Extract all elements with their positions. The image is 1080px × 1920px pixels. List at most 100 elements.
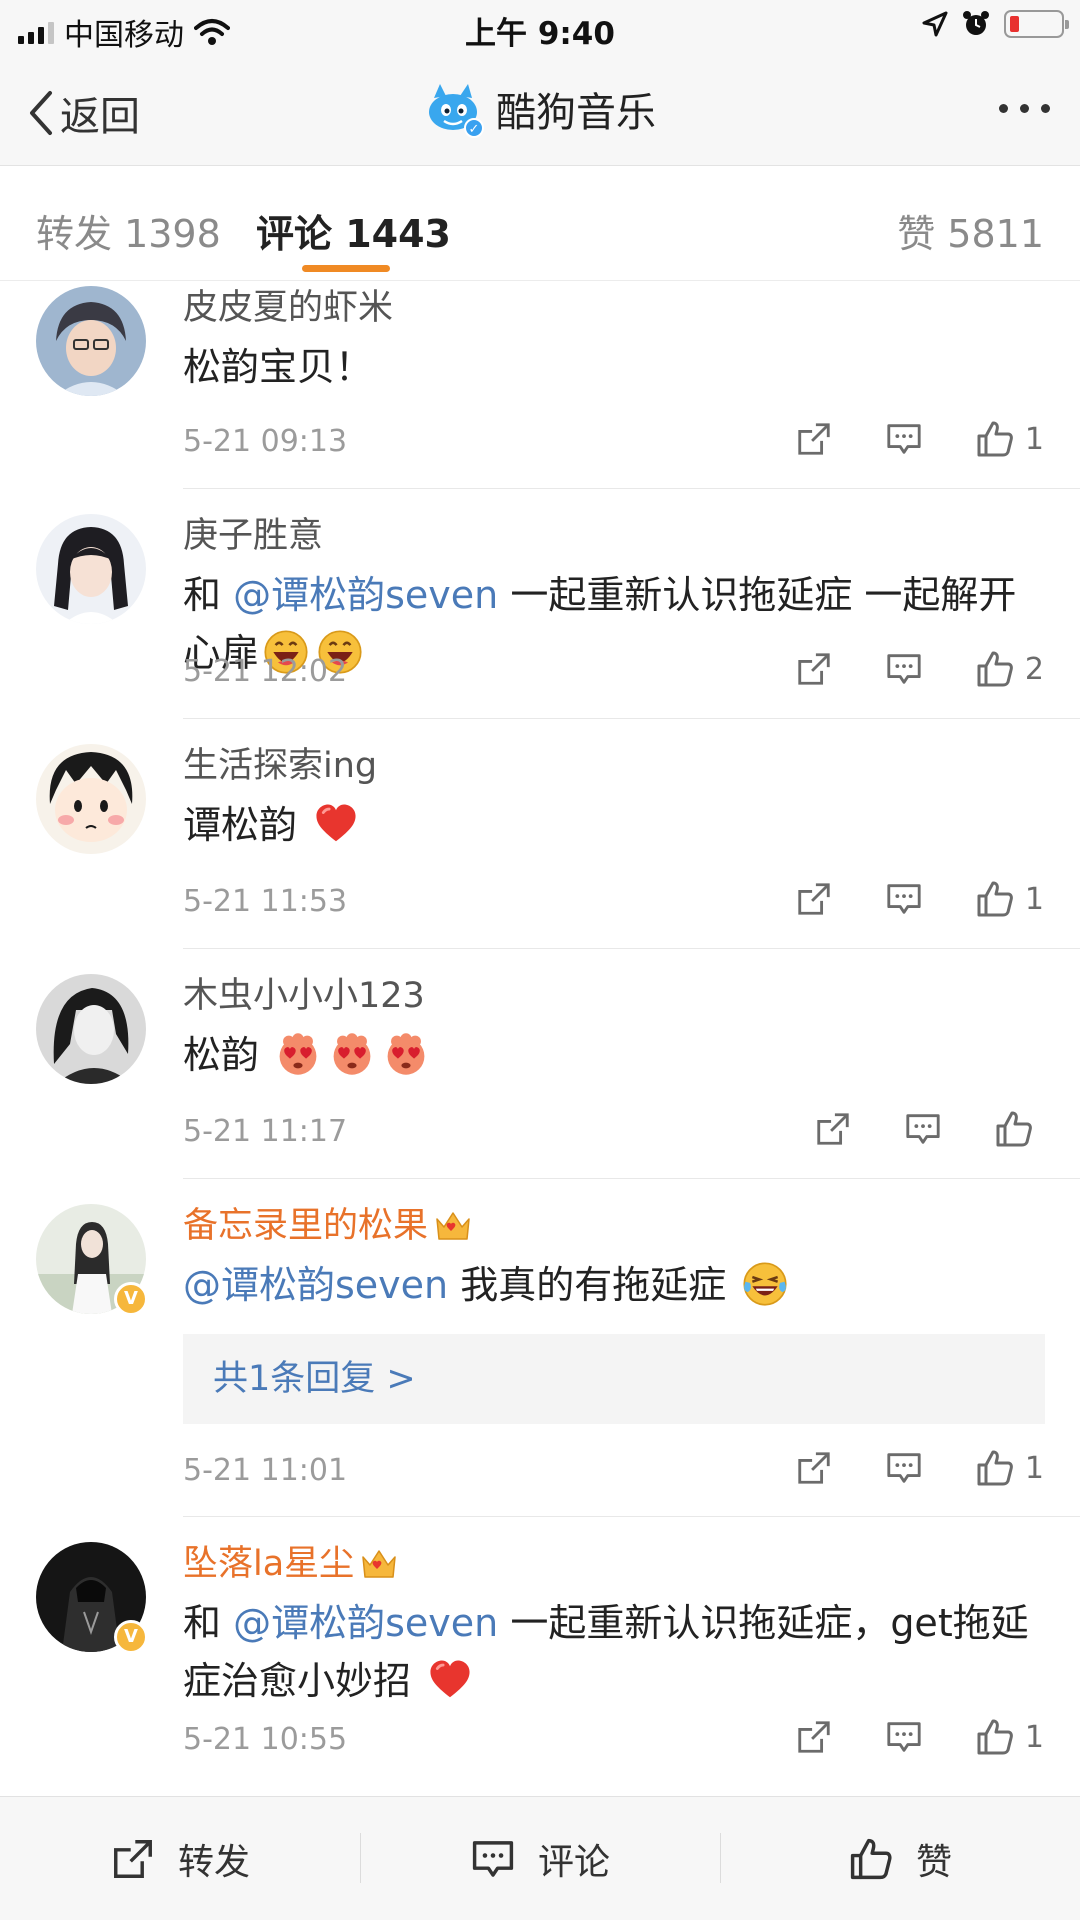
heart-eyes-emoji-icon [329, 1031, 375, 1077]
username-text: 备忘录里的松果 [183, 1206, 429, 1246]
avatar[interactable] [36, 286, 146, 396]
bottom-like-button[interactable]: 赞 [720, 1797, 1080, 1920]
avatar[interactable] [36, 974, 146, 1084]
username[interactable]: 备忘录里的松果 [183, 1204, 1044, 1248]
comment-icon [470, 1836, 516, 1882]
comment-actions: 1 [795, 1448, 1044, 1488]
view-replies-button[interactable]: 共1条回复 > [183, 1334, 1045, 1424]
repost-button[interactable] [795, 1718, 833, 1756]
tab-repost[interactable]: 转发 1398 [36, 203, 221, 258]
repost-button[interactable] [795, 650, 833, 688]
comment-time: 5-21 12:02 [183, 654, 348, 689]
username-text: 坠落la星尘 [183, 1544, 355, 1584]
repost-button[interactable] [795, 420, 833, 458]
tab-comment[interactable]: 评论 1443 [256, 203, 451, 258]
crown-badge-icon [434, 1209, 472, 1243]
thumbs-up-icon [994, 1109, 1034, 1149]
thumbs-up-icon [975, 1717, 1015, 1757]
tab-bar: 转发 1398 评论 1443 赞 5811 [0, 167, 1080, 281]
repost-button[interactable] [814, 1110, 852, 1148]
share-icon [795, 880, 833, 918]
comment-text: 谭松韵 [183, 796, 1044, 854]
status-right [922, 10, 1069, 38]
thumbs-up-icon [975, 879, 1015, 919]
location-arrow-icon [922, 11, 948, 37]
comment-body: 皮皮夏的虾米 松韵宝贝！ [183, 286, 1044, 396]
comment-actions: 1 [795, 419, 1044, 459]
like-count: 2 [1024, 651, 1044, 687]
share-icon [110, 1836, 156, 1882]
text-body: 松韵 [183, 1033, 260, 1077]
avatar[interactable] [36, 744, 146, 854]
comment-item: 皮皮夏的虾米 松韵宝贝！ 5-21 09:13 1 [0, 282, 1080, 489]
bottom-repost-button[interactable]: 转发 [0, 1797, 360, 1920]
comment-list[interactable]: 皮皮夏的虾米 松韵宝贝！ 5-21 09:13 1 庚子胜意 和 @谭松韵sev… [0, 282, 1080, 1796]
more-options-button[interactable] [999, 104, 1050, 113]
vip-badge-icon: V [114, 1620, 148, 1654]
username[interactable]: 庚子胜意 [183, 514, 1044, 558]
reply-button[interactable] [904, 1110, 942, 1148]
text-body: 谭松韵 [183, 803, 298, 847]
avatar[interactable] [36, 514, 146, 624]
username[interactable]: 坠落la星尘 [183, 1542, 1044, 1586]
comment-icon [904, 1110, 942, 1148]
share-icon [795, 420, 833, 458]
thumbs-up-icon [975, 649, 1015, 689]
like-button[interactable]: 1 [975, 879, 1044, 919]
username[interactable]: 木虫小小小123 [183, 974, 1044, 1018]
share-icon [795, 650, 833, 688]
reply-button[interactable] [885, 420, 923, 458]
username[interactable]: 皮皮夏的虾米 [183, 286, 1044, 330]
heart-eyes-emoji-icon [383, 1031, 429, 1077]
like-button[interactable]: 1 [975, 1448, 1044, 1488]
heart-emoji-icon [313, 801, 359, 847]
like-button[interactable] [994, 1109, 1044, 1149]
like-button[interactable]: 2 [975, 649, 1044, 689]
repost-button[interactable] [795, 1449, 833, 1487]
tab-like[interactable]: 赞 5811 [897, 203, 1044, 258]
reply-button[interactable] [885, 1718, 923, 1756]
battery-icon [1004, 10, 1069, 38]
comment-item: 庚子胜意 和 @谭松韵seven 一起重新认识拖延症 一起解开心扉 5-21 1… [0, 489, 1080, 719]
text-suffix: 我真的有拖延症 [448, 1263, 727, 1307]
comment-item: 生活探索ing 谭松韵 5-21 11:53 1 [0, 719, 1080, 949]
comment-text: 松韵 [183, 1026, 1044, 1084]
like-button[interactable]: 1 [975, 1717, 1044, 1757]
comment-icon [885, 650, 923, 688]
mention-link[interactable]: @谭松韵seven [233, 573, 498, 617]
comment-actions: 1 [795, 879, 1044, 919]
like-button[interactable]: 1 [975, 419, 1044, 459]
vip-badge-icon: V [114, 1282, 148, 1316]
bottom-repost-label: 转发 [177, 1842, 250, 1883]
thumbs-up-icon [848, 1836, 894, 1882]
avatar[interactable]: V [36, 1204, 148, 1316]
comment-text: 和 @谭松韵seven 一起重新认识拖延症，get拖延症治愈小妙招 [183, 1594, 1044, 1710]
repost-button[interactable] [795, 880, 833, 918]
battery-level [1010, 16, 1019, 32]
comment-icon [885, 420, 923, 458]
username[interactable]: 生活探索ing [183, 744, 1044, 788]
avatar[interactable]: V [36, 1542, 148, 1654]
bottom-action-bar: 转发 评论 赞 [0, 1796, 1080, 1920]
status-bar: 中国移动 上午 9:40 [0, 0, 1080, 54]
comment-text: 松韵宝贝！ [183, 345, 374, 389]
mention-link[interactable]: @谭松韵seven [233, 1601, 498, 1645]
nav-title: ✓ 酷狗音乐 [0, 80, 1080, 138]
alarm-icon [963, 11, 989, 35]
comment-time: 5-21 11:17 [183, 1114, 348, 1149]
verified-badge-icon: ✓ [464, 118, 484, 138]
active-tab-indicator [302, 265, 390, 272]
reply-button[interactable] [885, 1449, 923, 1487]
mention-link[interactable]: @谭松韵seven [183, 1263, 448, 1307]
share-icon [814, 1110, 852, 1148]
comment-item: 木虫小小小123 松韵 5-21 11:17 [0, 949, 1080, 1179]
crown-badge-icon [360, 1547, 398, 1581]
text-prefix: 和 [183, 1601, 234, 1645]
like-count: 1 [1024, 1719, 1044, 1755]
bottom-comment-button[interactable]: 评论 [360, 1797, 720, 1920]
reply-button[interactable] [885, 880, 923, 918]
heart-eyes-emoji-icon [275, 1031, 321, 1077]
comment-icon [885, 880, 923, 918]
comment-actions [814, 1109, 1044, 1149]
reply-button[interactable] [885, 650, 923, 688]
